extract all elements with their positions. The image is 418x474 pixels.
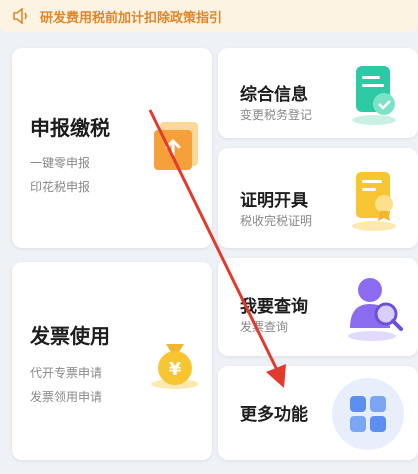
declare-tax-title: 申报缴税 [30,116,110,140]
document-check-icon [352,66,396,125]
more-functions-card[interactable]: 更多功能 [218,366,418,460]
invoice-card[interactable]: 发票使用 代开专票申请 发票领用申请 ¥ [12,262,212,460]
svg-text:¥: ¥ [169,359,182,380]
query-card[interactable]: 我要查询 发票查询 [218,258,418,356]
user-search-icon [348,278,403,341]
declare-tax-card[interactable]: 申报缴税 一键零申报 印花税申报 [12,48,212,248]
declare-tax-item-1[interactable]: 一键零申报 [30,152,90,174]
declare-tax-item-2[interactable]: 印花税申报 [30,176,90,198]
certificate-subtitle: 税收完税证明 [240,214,313,228]
certificate-card[interactable]: 证明开具 税收完税证明 [218,148,418,248]
general-info-subtitle: 变更税务登记 [240,108,313,122]
notice-text: 研发费用税前加计扣除政策指引 [40,10,223,26]
invoice-title: 发票使用 [30,324,110,348]
general-info-title: 综合信息 [240,85,308,105]
certificate-title: 证明开具 [240,191,308,211]
invoice-item-2[interactable]: 发票领用申请 [30,386,102,408]
invoice-item-1[interactable]: 代开专票申请 [30,362,102,384]
money-bag-icon: ¥ [151,344,199,389]
notice-bar[interactable]: 研发费用税前加计扣除政策指引 [0,0,418,32]
query-title: 我要查询 [240,297,308,317]
speaker-icon [13,8,27,24]
certificate-icon [352,172,396,231]
grid-icon [332,378,404,450]
more-functions-title: 更多功能 [240,405,308,425]
upload-folder-icon [154,122,198,170]
general-info-card[interactable]: 综合信息 变更税务登记 [218,48,418,138]
query-subtitle: 发票查询 [240,320,289,334]
